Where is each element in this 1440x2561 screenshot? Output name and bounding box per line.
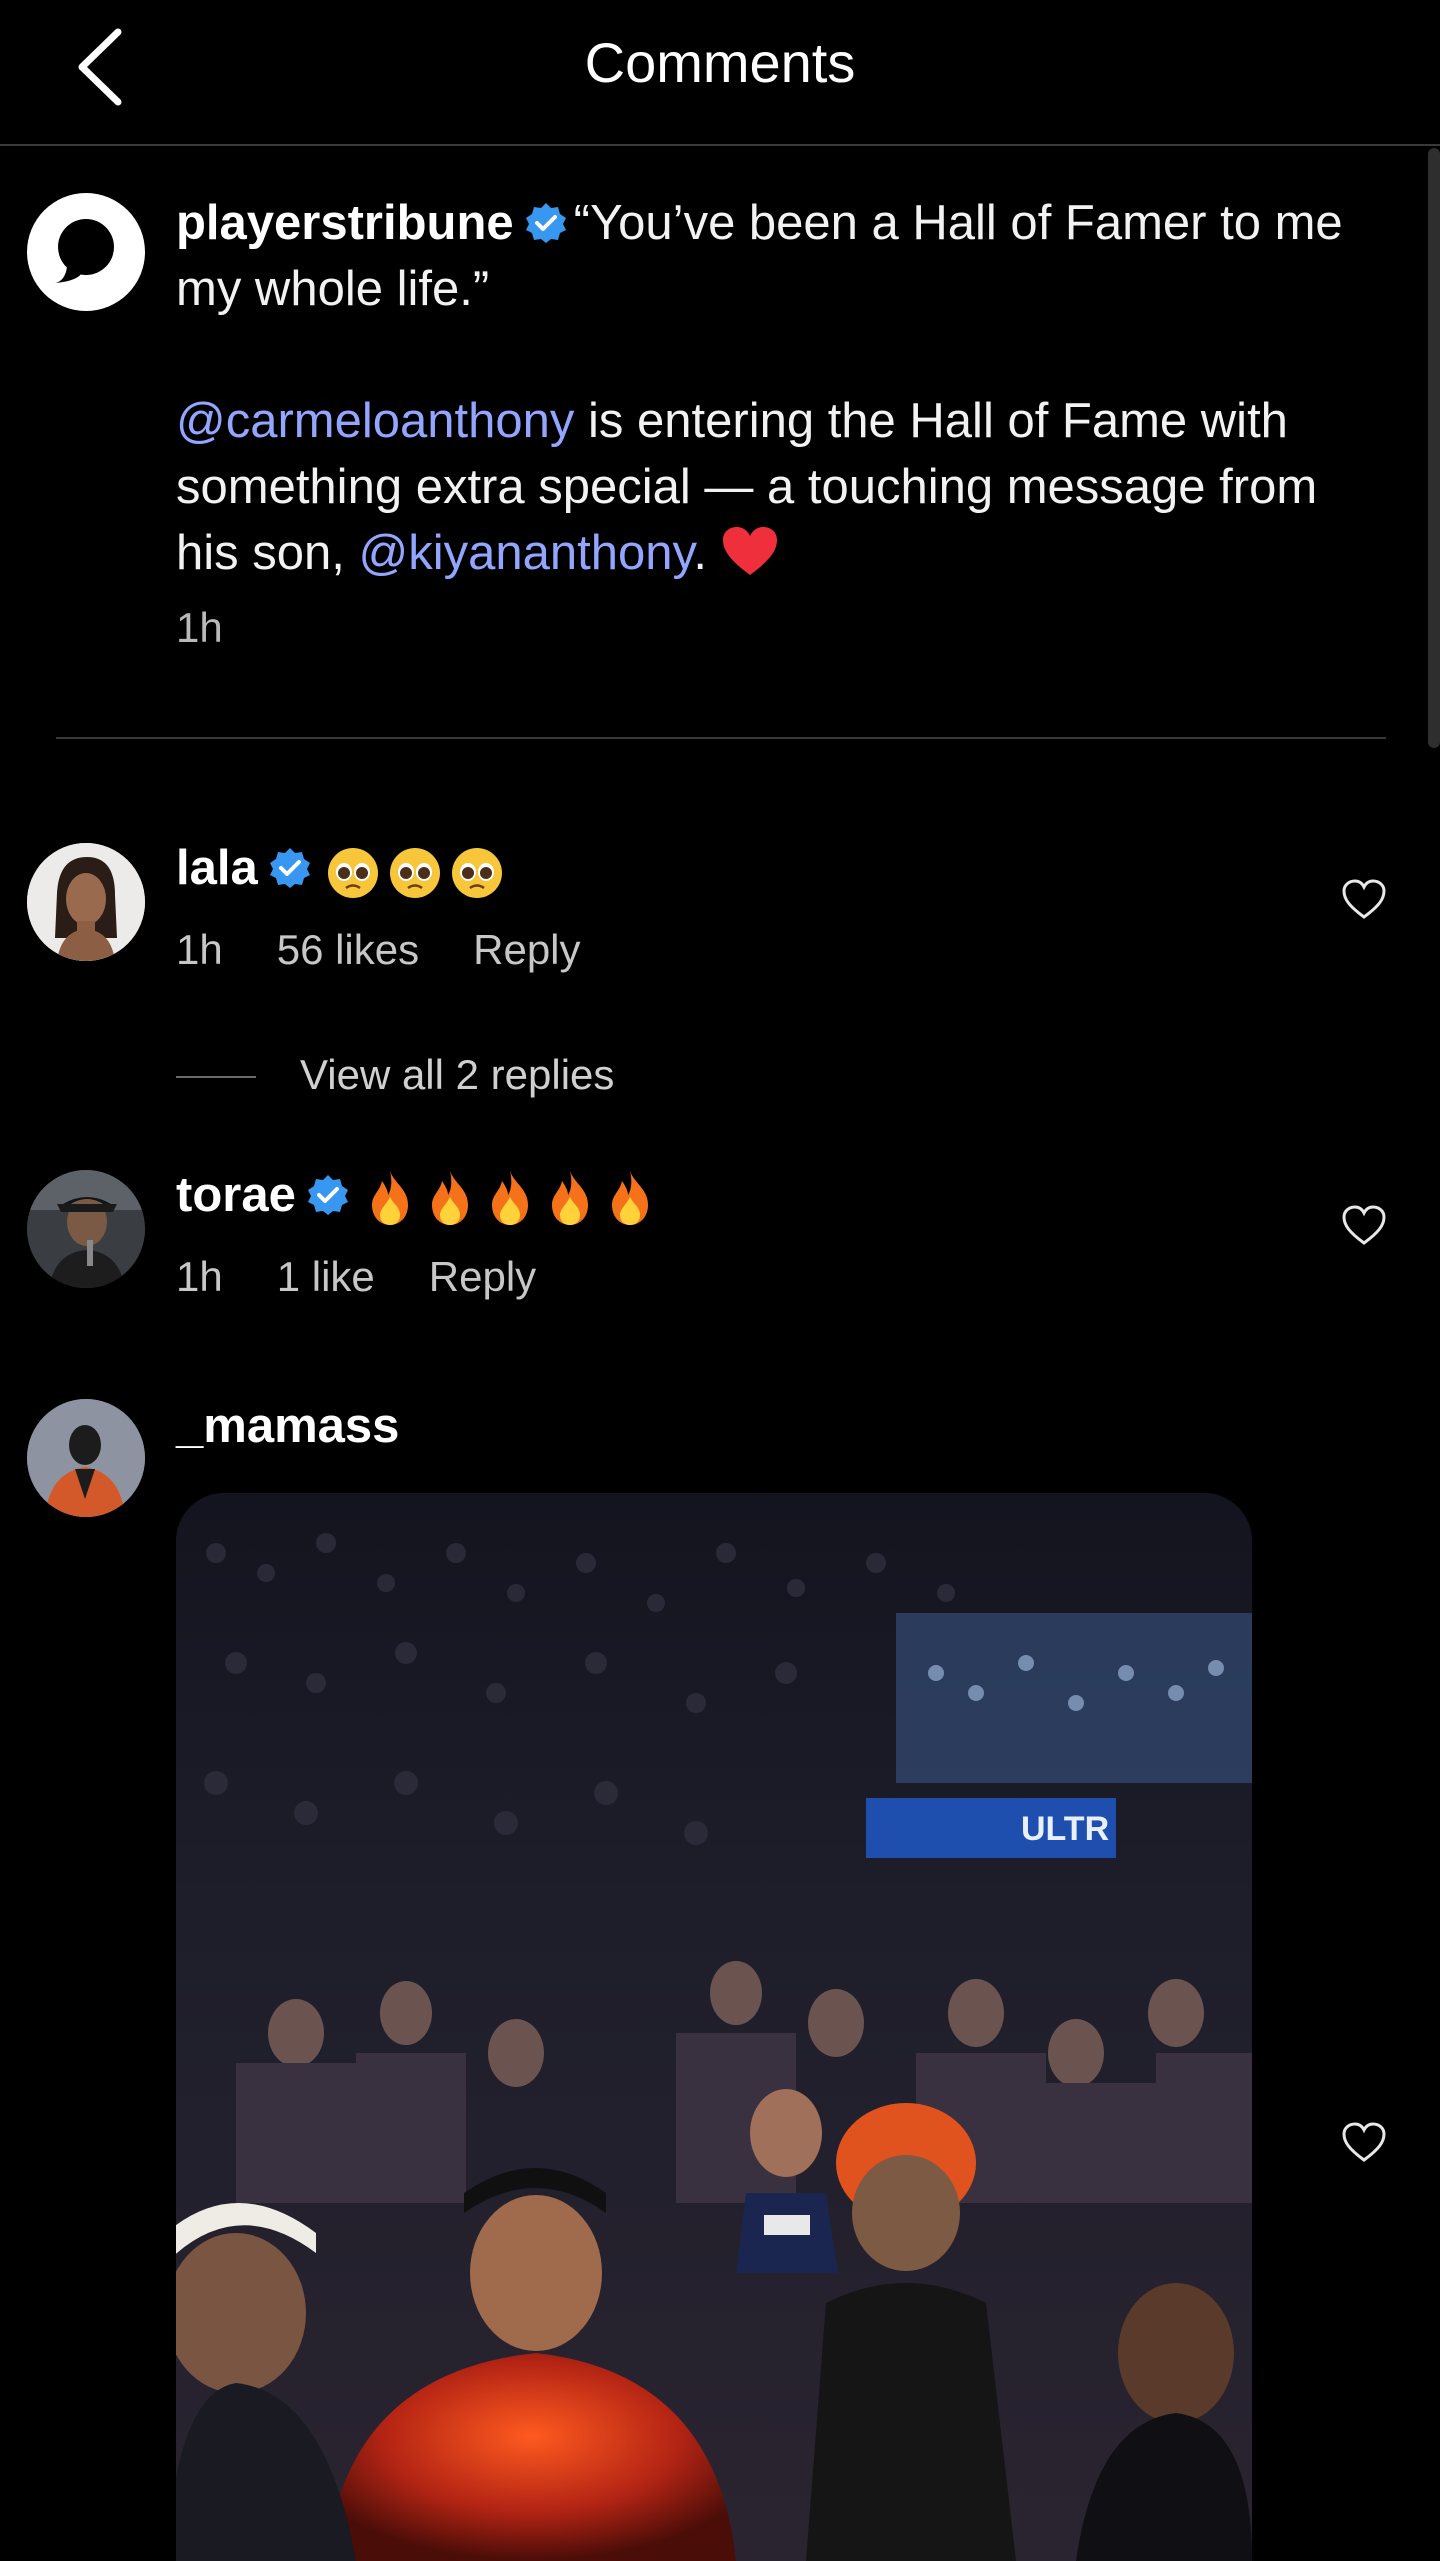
pleading-face-emoji-icon: [451, 848, 502, 899]
comment-likes[interactable]: 56 likes: [277, 926, 419, 973]
username-text[interactable]: lala: [176, 841, 258, 895]
post-caption: playerstribune “You’ve been a Hall of Fa…: [176, 190, 1386, 586]
comment-meta-lala: 1h 56 likes Reply: [176, 926, 635, 974]
avatar-torae[interactable]: [27, 1170, 145, 1288]
avatar-mamass[interactable]: [27, 1399, 145, 1517]
username-text[interactable]: torae: [176, 1168, 296, 1222]
avatar-lala[interactable]: [27, 843, 145, 961]
post-timestamp: 1h: [176, 604, 223, 651]
gif-banner-text: ULTR: [1021, 1810, 1109, 1848]
reply-button[interactable]: Reply: [473, 926, 580, 973]
fire-emoji-icon: [431, 1171, 468, 1226]
verified-badge-icon: [307, 1175, 348, 1215]
avatar-playerstribune[interactable]: [27, 193, 145, 311]
like-heart-icon[interactable]: [1341, 878, 1387, 920]
reply-button[interactable]: Reply: [429, 1253, 536, 1300]
verified-badge-icon: [525, 203, 566, 243]
fire-emoji-icon: [371, 1171, 408, 1226]
fire-emoji-icon: [611, 1171, 648, 1226]
verified-badge-icon: [269, 848, 310, 888]
divider: [56, 737, 1386, 739]
comment-meta-torae: 1h 1 like Reply: [176, 1253, 590, 1301]
like-heart-icon[interactable]: [1341, 2121, 1387, 2163]
mention-kiyananthony[interactable]: @kiyananthony: [358, 526, 693, 580]
comment-username-lala[interactable]: lala: [176, 840, 504, 900]
comment-username-torae[interactable]: torae: [176, 1167, 656, 1227]
caption-end: .: [693, 526, 707, 580]
pleading-face-emoji-icon: [327, 848, 378, 899]
username-text[interactable]: _mamass: [176, 1399, 399, 1453]
mamass-photo: [27, 1399, 145, 1517]
comment-username-mamass[interactable]: _mamass: [176, 1398, 399, 1454]
gif-attachment[interactable]: ULTR: [176, 1493, 1252, 2561]
like-heart-icon[interactable]: [1341, 1204, 1387, 1246]
playerstribune-logo-icon: [55, 219, 114, 283]
replies-line: [176, 1076, 256, 1078]
lala-photo: [27, 843, 145, 961]
red-heart-emoji-icon: [722, 527, 777, 575]
fire-emoji-icon: [491, 1171, 528, 1226]
comment-time: 1h: [176, 926, 223, 973]
pleading-face-emoji-icon: [389, 848, 440, 899]
mention-carmeloanthony[interactable]: @carmeloanthony: [176, 394, 574, 448]
comment-likes[interactable]: 1 like: [277, 1253, 375, 1300]
comment-emoji-lala: [318, 842, 504, 900]
top-bar: Comments: [0, 0, 1440, 146]
post-username[interactable]: playerstribune: [176, 196, 514, 250]
comment-emoji-torae: [356, 1169, 656, 1227]
view-replies-button[interactable]: View all 2 replies: [300, 1051, 614, 1099]
crowd-gif-image: ULTR: [176, 1493, 1252, 2561]
torae-photo: [27, 1170, 145, 1288]
scrollbar[interactable]: [1428, 148, 1440, 748]
comment-time: 1h: [176, 1253, 223, 1300]
page-title: Comments: [584, 31, 856, 94]
fire-emoji-icon: [551, 1171, 588, 1226]
